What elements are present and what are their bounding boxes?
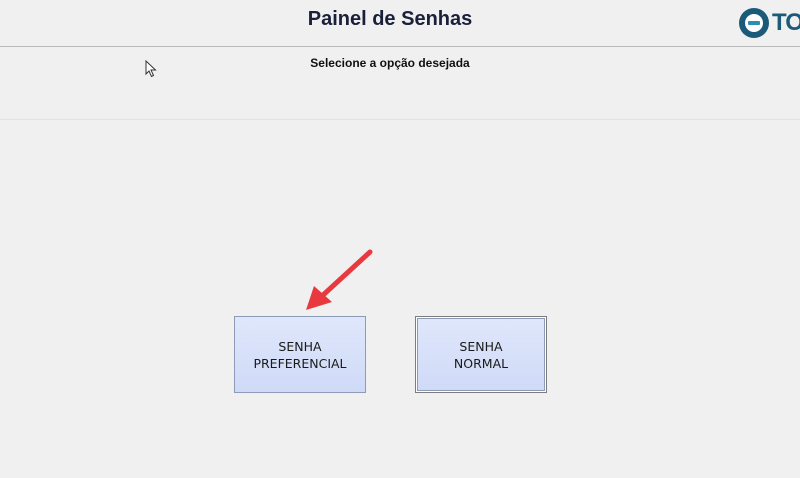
page-title: Painel de Senhas (307, 8, 473, 30)
button-label-line2: PREFERENCIAL (253, 355, 347, 371)
senha-normal-button[interactable]: SENHA NORMAL (415, 316, 547, 393)
button-label-line2: NORMAL (453, 355, 509, 371)
red-arrow-icon (300, 244, 380, 318)
senha-preferencial-button[interactable]: SENHA PREFERENCIAL (234, 316, 366, 393)
header-bar: Painel de Senhas TO (0, 0, 800, 47)
mouse-pointer-icon (145, 59, 157, 82)
button-label-line1: SENHA (459, 338, 503, 354)
button-label-line1: SENHA (278, 338, 322, 354)
logo-text: TO (772, 9, 800, 36)
section-divider (0, 119, 800, 120)
app-window: Painel de Senhas TO Selecione a opção de… (0, 0, 800, 478)
brand-logo: TO (738, 6, 800, 40)
totvs-logo-icon (738, 7, 770, 39)
instruction-text: Selecione a opção desejada (310, 56, 470, 70)
